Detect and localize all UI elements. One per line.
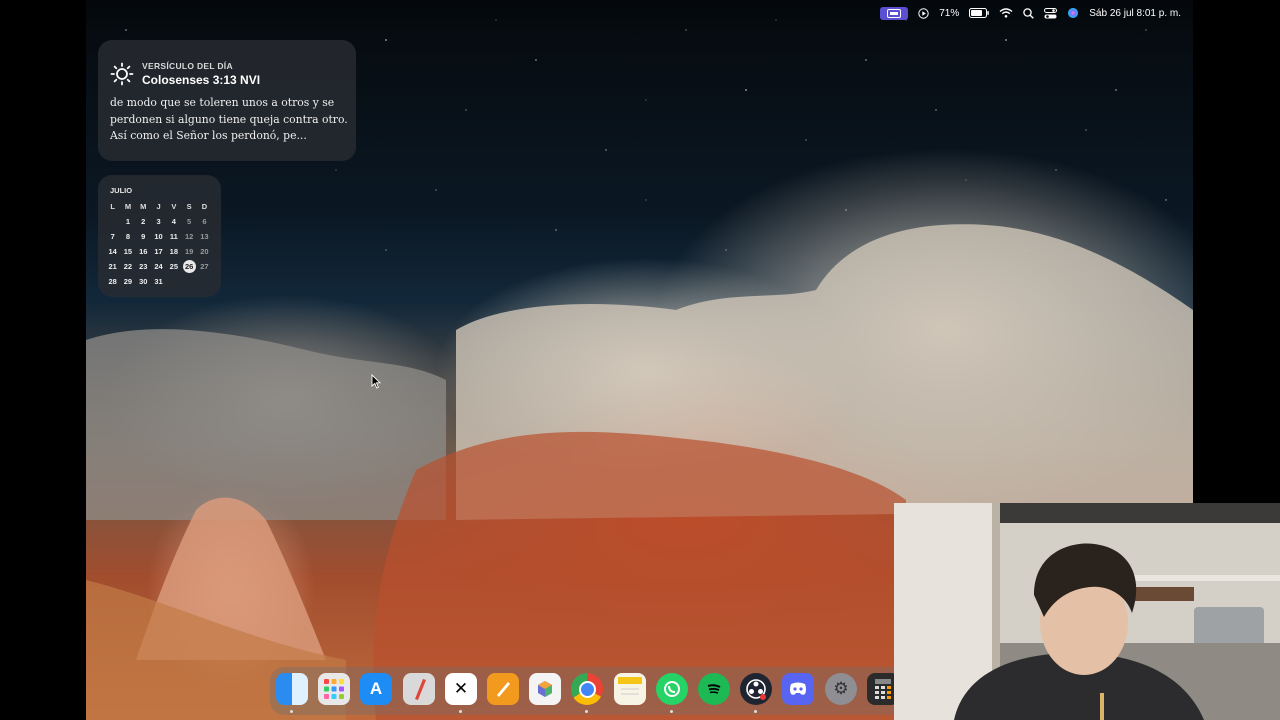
- calendar-day[interactable]: 1: [120, 214, 135, 229]
- system-settings-icon[interactable]: ⚙: [825, 673, 857, 705]
- weekday-label: J: [156, 202, 161, 211]
- calendar-day[interactable]: 17: [151, 244, 166, 259]
- verse-reference: Colosenses 3:13 NVI: [142, 73, 261, 87]
- calendar-day[interactable]: 10: [151, 229, 166, 244]
- app-store-icon[interactable]: A: [360, 673, 392, 705]
- calendar-day[interactable]: 4: [166, 214, 181, 229]
- calendar-day[interactable]: 20: [197, 244, 212, 259]
- calendar-day[interactable]: 24: [151, 259, 166, 274]
- calendar-day[interactable]: 7: [105, 229, 120, 244]
- calendar-day[interactable]: 30: [136, 274, 151, 289]
- calendar-day[interactable]: 18: [166, 244, 181, 259]
- calendar-day: [181, 274, 196, 289]
- verse-text: de modo que se toleren unos a otros y se…: [110, 96, 348, 142]
- calendar-day[interactable]: 15: [120, 244, 135, 259]
- calendar-month: JULIO: [110, 186, 133, 195]
- weekday-label: M: [124, 202, 132, 211]
- calendar-day[interactable]: 21: [105, 259, 120, 274]
- calendar-day: [105, 214, 120, 229]
- sun-icon: [110, 62, 134, 91]
- search-icon[interactable]: [1023, 7, 1035, 19]
- weekday-label: S: [186, 202, 192, 211]
- battery-percentage[interactable]: 71%: [939, 8, 959, 19]
- webcam-overlay: [894, 503, 1280, 720]
- calendar-day[interactable]: 6: [197, 214, 212, 229]
- calendar-day[interactable]: 28: [105, 274, 120, 289]
- calendar-widget[interactable]: JULIO L M M J V S D 1 2 3 4 5 6 7 8 9 10 11 12 13 14 15 16 17 18…: [98, 175, 221, 297]
- calendar-day[interactable]: 27: [197, 259, 212, 274]
- launchpad-icon[interactable]: [318, 673, 350, 705]
- calendar-day[interactable]: 3: [151, 214, 166, 229]
- calendar-day[interactable]: 13: [197, 229, 212, 244]
- finder-icon[interactable]: [276, 673, 308, 705]
- calendar-grid: L M M J V S D 1 2 3 4 5 6 7 8 9 10 11 12 13 14 15 16 17 18 19 20 21…: [105, 199, 212, 289]
- weekday-label: D: [201, 202, 208, 211]
- calendar-day[interactable]: 11: [166, 229, 181, 244]
- weekday-label: V: [171, 202, 177, 211]
- calendar-day[interactable]: 9: [136, 229, 151, 244]
- spotify-icon[interactable]: [698, 673, 730, 705]
- running-indicator: [585, 710, 588, 713]
- calendar-day[interactable]: 19: [181, 244, 196, 259]
- play-icon[interactable]: [918, 7, 929, 19]
- cube-app-icon[interactable]: [529, 673, 561, 705]
- calendar-day[interactable]: 16: [136, 244, 151, 259]
- calendar-day-today[interactable]: 26: [181, 259, 196, 274]
- capcut-icon[interactable]: ✕: [445, 673, 477, 705]
- calendar-day[interactable]: 8: [120, 229, 135, 244]
- screen-recording-icon[interactable]: [880, 6, 909, 20]
- clock-datetime[interactable]: Sáb 26 jul 8:01 p. m.: [1089, 8, 1181, 19]
- whatsapp-icon[interactable]: [656, 673, 688, 705]
- calendar-day: [166, 274, 181, 289]
- calendar-day: [197, 274, 212, 289]
- notes-icon[interactable]: [614, 673, 646, 705]
- calendar-day[interactable]: 25: [166, 259, 181, 274]
- battery-icon[interactable]: [969, 8, 990, 18]
- siri-icon[interactable]: [1067, 7, 1079, 19]
- menu-bar: 71% Sáb 26 jul 8:01 p. m.: [86, 0, 1193, 26]
- calendar-day[interactable]: 5: [181, 214, 196, 229]
- weekday-label: M: [140, 202, 147, 211]
- chrome-icon[interactable]: [571, 673, 603, 705]
- calendar-day[interactable]: 12: [181, 229, 196, 244]
- verse-of-the-day-widget[interactable]: VERSÍCULO DEL DÍA Colosenses 3:13 NVI de…: [98, 40, 356, 161]
- calendar-day[interactable]: 23: [136, 259, 151, 274]
- calendar-day[interactable]: 29: [120, 274, 135, 289]
- calendar-day[interactable]: 2: [136, 214, 151, 229]
- calendar-day[interactable]: 14: [105, 244, 120, 259]
- obs-icon[interactable]: [740, 673, 772, 705]
- widget-kicker: VERSÍCULO DEL DÍA: [142, 61, 233, 71]
- running-indicator: [459, 710, 462, 713]
- calendar-day[interactable]: 22: [120, 259, 135, 274]
- control-center-icon[interactable]: [1044, 7, 1058, 19]
- mouse-cursor-icon: [371, 374, 381, 389]
- pencil-app-icon[interactable]: [403, 673, 435, 705]
- pages-icon[interactable]: [487, 673, 519, 705]
- calendar-day[interactable]: 31: [151, 274, 166, 289]
- running-indicator: [670, 710, 673, 713]
- wifi-icon[interactable]: [999, 8, 1013, 18]
- weekday-label: L: [110, 202, 115, 211]
- webcam-feed: [894, 503, 1280, 720]
- status-area: 71% Sáb 26 jul 8:01 p. m.: [880, 6, 1193, 20]
- running-indicator: [290, 710, 293, 713]
- discord-icon[interactable]: [782, 673, 814, 705]
- running-indicator: [754, 710, 757, 713]
